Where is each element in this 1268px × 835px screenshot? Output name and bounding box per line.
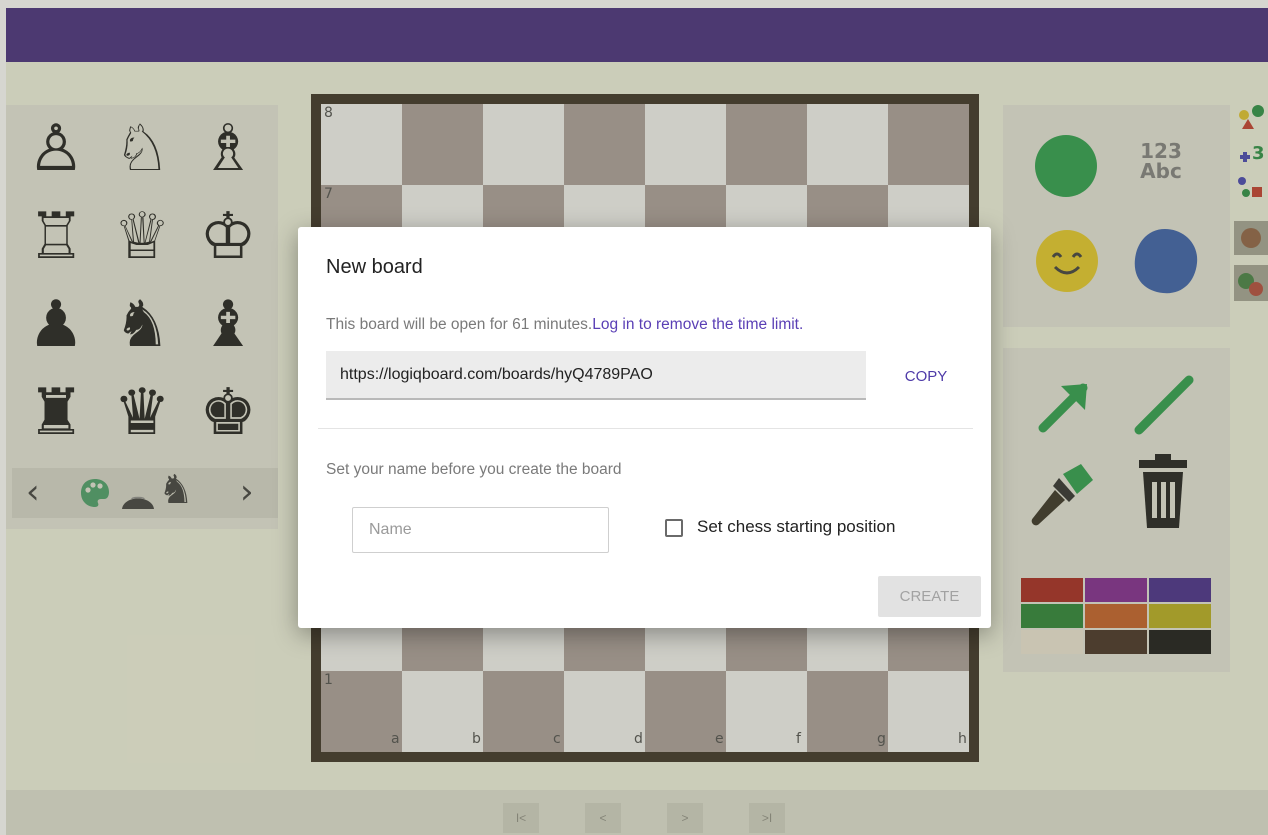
time-limit-notice: This board will be open for 61 minutes.L… [326, 316, 803, 334]
board-url-field[interactable]: https://logiqboard.com/boards/hyQ4789PAO [326, 351, 866, 400]
dialog-title: New board [326, 256, 423, 278]
create-button[interactable]: CREATE [878, 576, 981, 617]
copy-button[interactable]: COPY [894, 363, 958, 391]
starting-position-label[interactable]: Set chess starting position [697, 517, 895, 537]
time-limit-text: This board will be open for 61 minutes. [326, 316, 593, 333]
dialog-divider [318, 428, 973, 429]
login-link[interactable]: Log in to remove the time limit. [592, 316, 803, 333]
board-url-text: https://logiqboard.com/boards/hyQ4789PAO [340, 366, 653, 383]
new-board-dialog: New board This board will be open for 61… [298, 227, 991, 628]
name-input[interactable] [352, 507, 609, 553]
name-hint: Set your name before you create the boar… [326, 461, 622, 478]
starting-position-checkbox[interactable] [665, 519, 683, 537]
